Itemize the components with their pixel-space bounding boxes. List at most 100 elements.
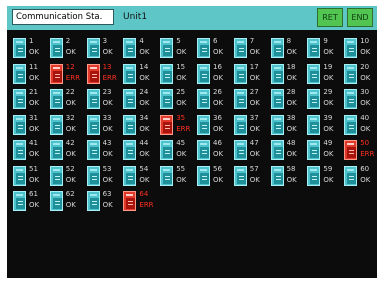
station-5: 5 OK — [160, 37, 195, 60]
station-unit-icon — [123, 63, 137, 84]
station-number: 34 — [139, 113, 149, 122]
station-status: OK — [249, 124, 260, 133]
station-unit-icon — [307, 114, 321, 135]
station-3: 3 OK — [86, 37, 122, 60]
station-unit-icon — [233, 38, 247, 58]
station-31: 31 OK — [13, 113, 48, 137]
station-58: 58 OK — [270, 164, 306, 188]
station-status: OK — [323, 48, 334, 56]
station-unit-icon — [86, 191, 100, 211]
station-number: 52 — [65, 164, 75, 173]
unit-label: Unit1 — [123, 12, 148, 22]
station-status: OK — [29, 124, 40, 133]
station-10: 10 OK — [344, 37, 379, 60]
station-number: 41 — [29, 139, 38, 147]
station-status: ERR — [102, 73, 117, 82]
station-number: 7 — [249, 37, 255, 45]
station-number: 14 — [139, 62, 149, 71]
station-number: 31 — [29, 113, 38, 122]
station-unit-icon — [197, 165, 210, 186]
station-24: 24 OK — [123, 88, 158, 111]
station-status: OK — [65, 99, 76, 107]
station-number: 32 — [65, 113, 75, 122]
station-unit-icon — [233, 63, 247, 84]
station-number: 51 — [29, 164, 38, 173]
station-status: OK — [102, 150, 113, 158]
station-unit-icon — [123, 114, 137, 135]
station-number: 20 — [360, 62, 370, 71]
station-unit-icon — [344, 63, 358, 84]
station-unit-icon — [123, 165, 137, 186]
station-22: 22 OK — [49, 88, 85, 111]
station-number: 56 — [213, 164, 222, 173]
station-number: 10 — [360, 37, 370, 45]
station-number: 5 — [176, 37, 181, 45]
station-number: 27 — [249, 88, 259, 96]
station-unit-icon — [307, 38, 321, 58]
station-unit-icon — [270, 89, 284, 109]
station-unit-icon — [307, 89, 321, 109]
station-number: 36 — [213, 113, 222, 122]
station-status: OK — [29, 48, 40, 56]
station-62: 62 OK — [49, 190, 85, 213]
station-unit-icon — [307, 165, 321, 186]
station-number: 6 — [213, 37, 218, 45]
station-unit-icon — [307, 140, 321, 160]
station-6: 6 OK — [197, 37, 232, 60]
station-unit-icon — [197, 114, 210, 135]
station-2: 2 OK — [49, 37, 85, 60]
station-36: 36 OK — [197, 113, 232, 137]
ret-button[interactable]: RET — [317, 8, 343, 27]
station-number: 58 — [286, 164, 296, 173]
station-unit-icon — [270, 140, 284, 160]
station-unit-icon — [49, 38, 63, 58]
station-52: 52 OK — [49, 164, 85, 188]
station-status: OK — [65, 201, 76, 209]
station-unit-icon — [344, 89, 358, 109]
station-13: 13 ERR — [86, 63, 122, 86]
station-16: 16 OK — [197, 63, 232, 86]
station-55: 55 OK — [160, 165, 195, 188]
station-unit-icon — [13, 63, 26, 84]
station-47: 47 OK — [233, 139, 269, 162]
station-14: 14 OK — [123, 62, 158, 86]
station-number: 35 — [176, 113, 186, 122]
end-button[interactable]: END — [347, 8, 373, 27]
station-23: 23 OK — [86, 88, 122, 111]
station-33: 33 OK — [86, 113, 122, 137]
station-30: 30 OK — [344, 88, 379, 111]
station-grid: 1 OK 2 OK 3 OK 4 OK 5 OK 6 OK 7 OK 8 OK 9 OK 10 OK 11 OK 12 ERR… — [7, 30, 377, 278]
station-unit-icon — [270, 63, 284, 84]
station-21: 21 OK — [13, 88, 48, 111]
station-unit-icon — [270, 114, 284, 135]
station-number: 23 — [102, 88, 112, 96]
station-number: 45 — [176, 139, 186, 147]
station-number: 61 — [29, 190, 38, 198]
station-unit-icon — [49, 140, 63, 160]
station-status: OK — [65, 150, 76, 158]
station-status: OK — [139, 48, 150, 56]
station-unit-icon — [49, 191, 63, 211]
station-status: OK — [213, 124, 224, 133]
station-unit-icon — [233, 114, 247, 135]
station-unit-icon — [344, 114, 358, 135]
station-number: 17 — [249, 62, 259, 71]
station-status: OK — [139, 150, 150, 158]
station-status: OK — [360, 99, 371, 107]
station-number: 39 — [323, 113, 333, 122]
station-status: OK — [176, 175, 187, 184]
station-status: OK — [139, 73, 150, 82]
station-unit-icon — [160, 165, 174, 186]
station-20: 20 OK — [344, 62, 379, 86]
station-29: 29 OK — [307, 88, 342, 111]
station-status: OK — [139, 124, 150, 133]
station-7: 7 OK — [233, 37, 269, 60]
station-unit-icon — [123, 89, 137, 109]
station-unit-icon — [233, 165, 247, 186]
station-number: 33 — [102, 113, 112, 122]
station-9: 9 OK — [307, 37, 342, 60]
station-status: OK — [286, 48, 297, 56]
station-42: 42 OK — [49, 139, 85, 162]
station-12: 12 ERR — [49, 63, 85, 86]
station-number: 46 — [213, 139, 222, 147]
